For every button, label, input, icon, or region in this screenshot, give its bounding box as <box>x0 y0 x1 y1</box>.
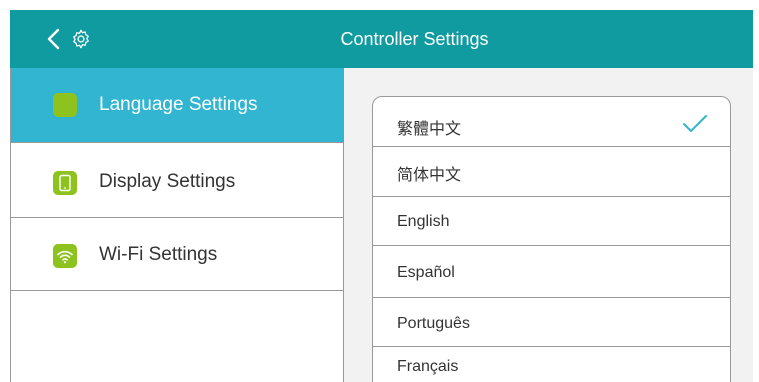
language-icon <box>53 93 77 117</box>
page-title: Controller Settings <box>340 29 489 49</box>
settings-sidebar: Language Settings Display Settings Wi-Fi… <box>10 68 344 382</box>
language-option-french[interactable]: Français <box>373 347 730 382</box>
header-bar: Controller Settings <box>10 10 753 68</box>
language-label: Português <box>397 315 470 332</box>
language-panel: 繁體中文 简体中文 English Español Português Fran… <box>344 68 753 382</box>
app-frame: Controller Settings Language Settings Di… <box>10 10 753 382</box>
language-list: 繁體中文 简体中文 English Español Português Fran… <box>372 96 731 382</box>
language-label: Español <box>397 264 455 281</box>
sidebar-item-wifi[interactable]: Wi-Fi Settings <box>11 218 344 291</box>
language-option-spanish[interactable]: Español <box>373 246 730 298</box>
language-label: 繁體中文 <box>397 121 462 138</box>
checkmark-icon <box>683 115 707 132</box>
tablet-icon <box>53 171 77 195</box>
language-label: 简体中文 <box>397 167 462 184</box>
wifi-icon <box>53 244 77 268</box>
sidebar-item-label: Display Settings <box>99 171 236 192</box>
chevron-left-icon[interactable] <box>44 27 66 51</box>
sidebar-item-display[interactable]: Display Settings <box>11 143 344 218</box>
language-label: English <box>397 213 450 230</box>
language-option-english[interactable]: English <box>373 197 730 246</box>
sidebar-item-language[interactable]: Language Settings <box>11 68 344 143</box>
language-option-zh-hant[interactable]: 繁體中文 <box>373 97 730 147</box>
sidebar-item-label: Wi-Fi Settings <box>99 244 218 265</box>
language-option-zh-hans[interactable]: 简体中文 <box>373 147 730 197</box>
language-label: Français <box>397 358 459 375</box>
gear-icon[interactable] <box>70 28 92 50</box>
sidebar-item-label: Language Settings <box>99 94 258 115</box>
language-option-portuguese[interactable]: Português <box>373 298 730 347</box>
